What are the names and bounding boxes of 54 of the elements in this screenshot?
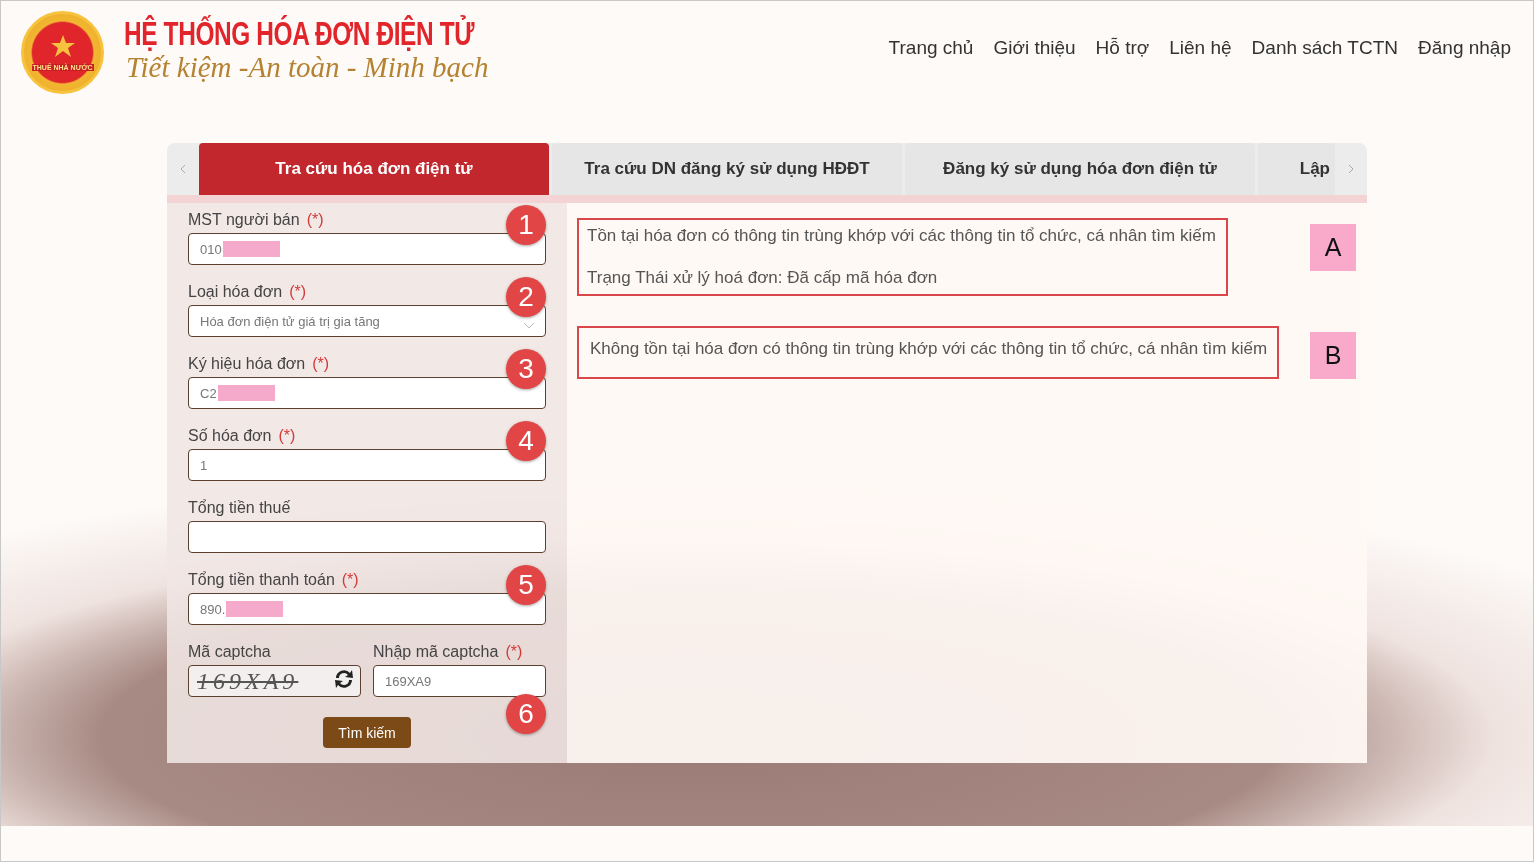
field-label: Tổng tiền thuế — [188, 499, 291, 518]
required-mark: (*) — [312, 355, 330, 374]
tab[interactable]: Lập — [1258, 143, 1335, 195]
annotation-label: B — [1310, 332, 1356, 379]
input-field[interactable]: 010 — [188, 233, 546, 265]
field-value: 890. — [200, 601, 226, 617]
captcha-image: 169XA9 — [188, 665, 361, 697]
annotation-label: A — [1310, 224, 1356, 271]
field-value: 1 — [200, 457, 208, 473]
site-slogan: Tiết kiệm -An toàn - Minh bạch — [126, 51, 490, 84]
field-label: Số hóa đơn — [188, 427, 272, 446]
required-mark: (*) — [306, 211, 324, 230]
result-text: Tồn tại hóa đơn có thông tin trùng khớp với các thông tin tổ chức, cá nhân tìm kiếm — [587, 225, 1216, 247]
input-field[interactable]: C2 — [188, 377, 546, 409]
required-mark: (*) — [289, 283, 306, 302]
field-value: C2 — [200, 385, 217, 401]
required-mark: (*) — [278, 427, 296, 446]
field-label: MST người bán — [188, 211, 300, 230]
select-field[interactable]: Hóa đơn điện tử giá trị gia tăng — [188, 305, 546, 337]
tab[interactable]: Đăng ký sử dụng hóa đơn điện tử — [905, 143, 1255, 195]
field-label: Mã captcha — [188, 643, 271, 662]
nav-link[interactable]: Hỗ trợ — [1095, 37, 1150, 59]
nav-link[interactable]: Danh sách TCTN — [1251, 37, 1399, 59]
field-label: Nhập mã captcha — [373, 643, 499, 662]
result-text: Không tồn tại hóa đơn có thông tin trùng khớp với các thông tin tổ chức, cá nhân tìm kiếm — [590, 338, 1268, 360]
field-label: Tổng tiền thanh toán — [188, 571, 335, 590]
callout-number: 1 — [506, 205, 546, 245]
field-value: 010 — [200, 241, 222, 257]
field-value: 169XA9 — [385, 673, 432, 689]
input-field[interactable]: 890. — [188, 593, 546, 625]
callout-number: 6 — [506, 694, 546, 734]
callout-number: 2 — [506, 277, 546, 317]
callout-number: 5 — [506, 565, 546, 605]
tab[interactable]: Tra cứu DN đăng ký sử dụng HĐĐT — [552, 143, 902, 195]
field-label: Ký hiệu hóa đơn — [188, 355, 306, 374]
nav-link[interactable]: Trang chủ — [888, 37, 974, 59]
required-mark: (*) — [505, 643, 523, 662]
nav-link[interactable]: Đăng nhập — [1418, 37, 1511, 59]
tab[interactable]: Tra cứu hóa đơn điện tử — [199, 143, 549, 195]
input-field[interactable]: 1 — [188, 449, 546, 481]
nav-link[interactable]: Liên hệ — [1169, 37, 1232, 59]
field-label: Loại hóa đơn — [188, 283, 283, 302]
result-text: Trạng Thái xử lý hoá đơn: Đã cấp mã hóa đơn — [587, 267, 939, 289]
refresh-icon[interactable] — [332, 667, 356, 691]
required-mark: (*) — [341, 571, 359, 590]
input-field[interactable]: 169XA9 — [373, 665, 546, 697]
chevron-down-icon — [523, 322, 535, 329]
nav-link[interactable]: Giới thiệu — [993, 37, 1076, 59]
input-field[interactable] — [188, 521, 546, 553]
site-title: HỆ THỐNG HÓA ĐƠN ĐIỆN TỬ — [124, 15, 475, 53]
callout-number: 3 — [506, 349, 546, 389]
callout-number: 4 — [506, 421, 546, 461]
search-button[interactable]: Tìm kiếm — [323, 717, 411, 748]
field-value: Hóa đơn điện tử giá trị gia tăng — [200, 313, 380, 329]
